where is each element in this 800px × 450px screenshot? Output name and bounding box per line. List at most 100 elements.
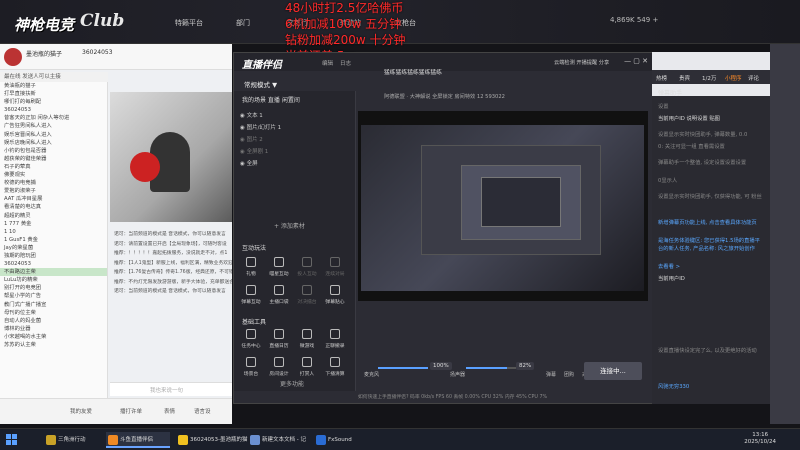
room-header: 墨池瓶的猫子 36024053 <box>0 44 232 70</box>
user-list-item[interactable]: 昔客天的正加 闲杂人等勿进 <box>0 114 107 122</box>
add-source-button[interactable]: + 添加素材 <box>274 221 305 230</box>
windows-start-icon[interactable] <box>6 434 18 446</box>
user-list-item[interactable]: 博林的业器 <box>0 325 107 333</box>
tool-button[interactable]: 微游戏 <box>296 329 318 349</box>
tool-button[interactable]: 场景台 <box>240 357 262 377</box>
user-list-item[interactable]: 36024053 <box>0 106 107 114</box>
assistant-tabs[interactable]: 热榜 贵宾 1/2万 小程序 评论 <box>652 70 770 84</box>
tool-button[interactable]: 直播日历 <box>268 329 290 349</box>
scene-item[interactable]: ◉ 全屏剧 1 <box>240 147 350 155</box>
user-list-item[interactable]: Jay的荣星菌 <box>0 244 107 252</box>
taskbar-item[interactable]: 斗鱼直播伴侣 <box>106 432 170 448</box>
assistant-tab[interactable]: 小程序 <box>725 74 742 82</box>
tab-edit[interactable]: 编辑 <box>322 59 333 67</box>
user-list-item[interactable]: 1 10 <box>0 228 107 236</box>
user-list-item[interactable]: LuLu坊的精荣 <box>0 276 107 284</box>
nav-item[interactable]: 特籁平台 <box>175 18 203 28</box>
user-list-item[interactable]: 娱乐宫晋间私人进入 <box>0 131 107 139</box>
avatar[interactable] <box>4 48 22 66</box>
order-button[interactable]: 播打许单 <box>120 407 142 415</box>
user-list-item[interactable]: 帮星小学的广告 <box>0 292 107 300</box>
user-list[interactable]: 黄油瓶的猫子 打早直接扶新 哪们打的每刷配 36024053 昔客天的正加 闲杂人等勿进… <box>0 82 108 424</box>
taskbar-item[interactable]: 36024053-墨池瓶的猫 <box>176 432 248 448</box>
user-list-item[interactable]: 不由路边主荣 <box>0 268 107 277</box>
user-list-item[interactable]: 看清楚的电达真 <box>0 203 107 211</box>
favorites-button[interactable]: 我的友爱 <box>70 407 92 415</box>
logo-club: Club <box>80 11 125 31</box>
mic-slider[interactable] <box>378 367 428 369</box>
assistant-tab[interactable]: 热榜 <box>656 74 667 82</box>
assistant-tab[interactable]: 评论 <box>748 74 759 82</box>
user-list-item[interactable]: 广告狂男间私人进入 <box>0 122 107 130</box>
assistant-line: 风驰无穷330 <box>658 384 690 390</box>
mode-select[interactable]: 常规模式 ▼ <box>244 79 277 89</box>
user-list-item[interactable]: 1 777 黄金 <box>0 220 107 228</box>
user-list-item[interactable]: 佛要观实 <box>0 171 107 179</box>
tool-button[interactable]: 弹幕贴心 <box>324 285 346 305</box>
taskbar-item[interactable]: FxSound <box>314 432 364 448</box>
user-list-item[interactable]: 36024053 <box>0 260 107 268</box>
preview-screen <box>361 125 644 291</box>
tool-button[interactable]: 连续对局 <box>324 257 346 277</box>
user-list-item[interactable]: 苏苏的认主荣 <box>0 341 107 349</box>
tool-button[interactable]: 喵星互动 <box>268 257 290 277</box>
chat-input[interactable]: 我也来说一句 <box>110 382 232 396</box>
user-list-item[interactable]: 打早直接扶新 <box>0 90 107 98</box>
user-list-item[interactable]: 教门式广播广播宣 <box>0 301 107 309</box>
scene-item[interactable]: ◉ 文本 1 <box>240 111 350 119</box>
scene-item[interactable]: ◉ 全屏 <box>240 159 350 167</box>
user-list-item[interactable]: 越获荣的键佳荣器 <box>0 155 107 163</box>
tool-label: 投人互动 <box>297 272 317 277</box>
assistant-tab[interactable]: 1/2万 <box>702 74 716 82</box>
preview-subtabs[interactable]: 阿德联盟 · 大神解说 全屏锁定 房间特效 12 593022 <box>384 93 505 100</box>
user-list-item[interactable]: AAT 瓜冲目星展 <box>0 195 107 203</box>
top-actions[interactable]: 云端检测 开播提醒 分享 <box>554 59 609 66</box>
danmaku-button[interactable]: 弹幕 <box>546 371 556 378</box>
user-list-item[interactable]: 爱抱的淑荣子 <box>0 187 107 195</box>
system-clock[interactable]: 13:16 2025/10/24 <box>744 432 776 446</box>
user-list-item[interactable]: 娱乐店晚间私人进入 <box>0 139 107 147</box>
user-list-item[interactable]: 自动人的妈业菌 <box>0 317 107 325</box>
assistant-line[interactable]: 去看看 > <box>658 262 764 270</box>
more-tools-button[interactable]: 更多功能 <box>280 379 304 388</box>
user-list-item[interactable]: 小宋越喝的水主荣 <box>0 333 107 341</box>
tool-button[interactable]: 任务中心 <box>240 329 262 349</box>
scene-item[interactable]: ◉ 图片 2 <box>240 135 350 143</box>
group-button[interactable]: 团购 <box>564 371 574 378</box>
user-list-item[interactable]: 1 GusF1 黄金 <box>0 236 107 244</box>
tab-log[interactable]: 日志 <box>340 59 351 67</box>
user-list-item[interactable]: 小钓的包包是否器 <box>0 147 107 155</box>
tool-button[interactable]: 投人互动 <box>296 257 318 277</box>
tool-button[interactable]: 弹幕互动 <box>240 285 262 305</box>
emoji-button[interactable]: 表情 <box>164 407 175 415</box>
tool-icon <box>302 285 312 295</box>
desktop: 神枪电竞 Club 特籁平台 部门 文艺行 转动站 攻枪台 4,869K 549… <box>0 0 800 450</box>
fxsound-icon <box>316 435 326 445</box>
voice-settings-button[interactable]: 语言设 <box>194 407 211 415</box>
tool-button[interactable]: 礼物 <box>240 257 262 277</box>
assistant-tab[interactable]: 贵宾 <box>679 74 690 82</box>
taskbar-item[interactable]: 三角洲行动 <box>44 432 102 448</box>
basic-tools-header: 基础工具 <box>242 319 267 326</box>
assistant-line: 设置显示实时快团助手, 仅获得功能, 可 粉丝 <box>658 194 762 200</box>
user-list-item[interactable]: 石子的荤真 <box>0 163 107 171</box>
scene-item[interactable]: ◉ 图片/幻灯片 1 <box>240 123 350 131</box>
nav-item[interactable]: 部门 <box>236 18 250 28</box>
user-list-item[interactable]: 黄油瓶的猫子 <box>0 82 107 90</box>
user-list-item[interactable]: 独期的陪玩团 <box>0 252 107 260</box>
user-list-item[interactable]: 哪们打的每刷配 <box>0 98 107 106</box>
go-live-button[interactable]: 连接中... <box>584 362 642 380</box>
tool-button[interactable]: 下播清算 <box>324 357 346 377</box>
user-list-item[interactable]: 别打开的电竞团 <box>0 284 107 292</box>
window-controls[interactable]: — ▢ ✕ <box>624 57 648 65</box>
user-list-item[interactable]: 母刊的位主荣 <box>0 309 107 317</box>
tool-button[interactable]: 对决擂台 <box>296 285 318 305</box>
user-list-item[interactable]: 校德的电竞捕 <box>0 179 107 187</box>
tool-button[interactable]: 房间设计 <box>268 357 290 377</box>
tool-button[interactable]: 主播口袋 <box>268 285 290 305</box>
tool-button[interactable]: 打赏人 <box>296 357 318 377</box>
taskbar-item[interactable]: 新建文本文档 - 记事 <box>248 432 310 448</box>
tool-button[interactable]: 正聊撤录 <box>324 329 346 349</box>
speaker-slider[interactable] <box>466 367 516 369</box>
user-list-item[interactable]: 超超的精灵 <box>0 212 107 220</box>
